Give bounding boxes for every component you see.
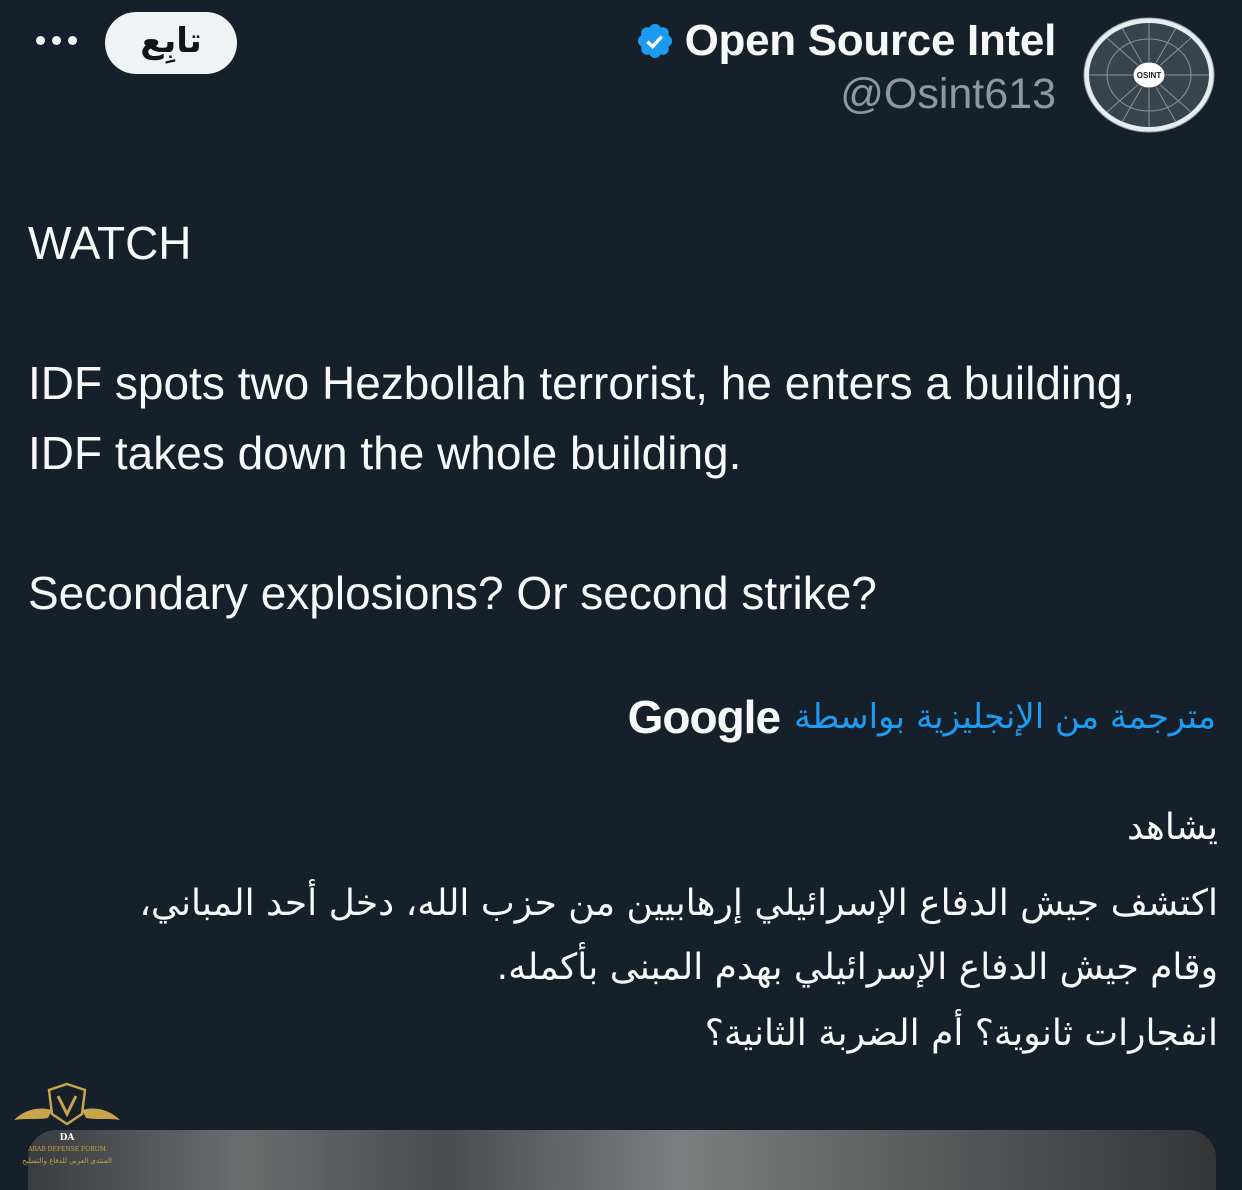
more-options-button[interactable]	[30, 22, 82, 58]
google-logo: Google	[627, 691, 781, 743]
more-dot-icon	[67, 35, 77, 45]
follow-button[interactable]: تابِع	[105, 12, 237, 74]
translation-paragraph: انفجارات ثانوية؟ أم الضربة الثانية؟	[704, 1013, 1218, 1054]
tweet-paragraph: IDF spots two Hezbollah terrorist, he en…	[28, 357, 1136, 479]
watermark-title: ARAB DEFENSE FORUM	[27, 1146, 106, 1153]
tweet-paragraph: Secondary explosions? Or second strike?	[28, 567, 877, 619]
translated-by-link[interactable]: مترجمة من الإنجليزية بواسطة	[794, 697, 1216, 737]
video-media-preview[interactable]	[28, 1130, 1216, 1190]
translation-attribution: مترجمة من الإنجليزية بواسطة Google	[628, 690, 1216, 744]
forum-watermark-logo: DA ARAB DEFENSE FORUM المنتدى العربي للد…	[14, 1082, 120, 1165]
user-handle[interactable]: @Osint613	[635, 70, 1056, 119]
translation-paragraph: اكتشف جيش الدفاع الإسرائيلي إرهابيين من …	[139, 883, 1218, 988]
watermark-subtitle: المنتدى العربي للدفاع والتسليح	[22, 1157, 112, 1165]
translated-text: يشاهد اكتشف جيش الدفاع الإسرائيلي إرهابي…	[118, 800, 1218, 1066]
tweet-paragraph: WATCH	[28, 217, 192, 269]
translation-paragraph: يشاهد	[1127, 807, 1218, 848]
tweet-body: WATCH IDF spots two Hezbollah terrorist,…	[28, 208, 1218, 628]
user-info: Open Source Intel @Osint613	[635, 14, 1056, 119]
watermark-monogram: DA	[60, 1133, 76, 1143]
display-name[interactable]: Open Source Intel	[685, 16, 1057, 66]
name-row: Open Source Intel	[635, 14, 1056, 68]
more-dot-icon	[35, 35, 45, 45]
avatar[interactable]: OSINT	[1082, 16, 1216, 134]
more-dot-icon	[51, 35, 61, 45]
avatar-label: OSINT	[1137, 71, 1162, 80]
verified-badge-icon	[637, 23, 672, 59]
